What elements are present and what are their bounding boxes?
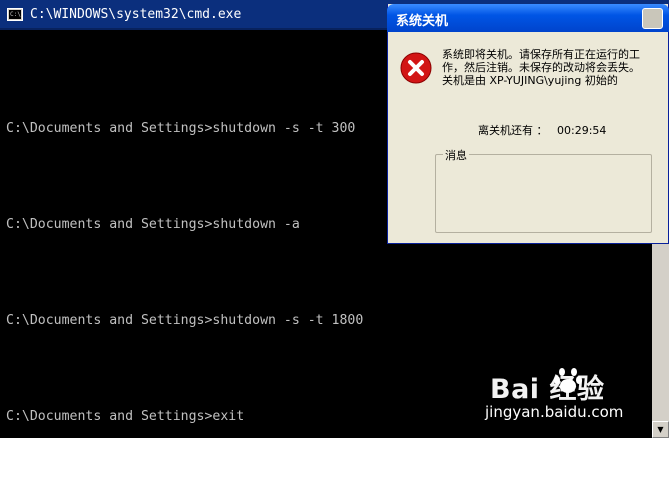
cmd-output[interactable]: C:\Documents and Settings>shutdown -s -t…: [6, 49, 363, 497]
message-group-label: 消息: [443, 147, 469, 163]
cmd-title: C:\WINDOWS\system32\cmd.exe: [30, 7, 242, 22]
message-line: 关机是由 XP-YUJING\yujing 初始的: [442, 74, 618, 87]
watermark-site: jingyan.baidu.com: [485, 403, 624, 421]
close-button[interactable]: [642, 8, 663, 29]
cmd-line: C:\Documents and Settings>shutdown -s -t…: [6, 313, 364, 328]
dialog-message: 系统即将关机。请保存所有正在运行的工 作，然后注销。未保存的改动将会丢失。 关机…: [442, 48, 667, 87]
watermark-brand: Bai 经验: [490, 374, 605, 405]
cmd-line: C:\Documents and Settings>shutdown -s -t…: [6, 121, 356, 136]
cmd-icon-label: C:\: [9, 10, 21, 19]
shutdown-countdown: 离关机还有 ： 00:29:54: [478, 122, 606, 138]
message-group: 消息: [435, 147, 652, 233]
countdown-value: 00:29:54: [557, 124, 607, 137]
cmd-icon[interactable]: C:\: [7, 8, 23, 21]
error-icon: [400, 52, 432, 84]
countdown-label: 离关机还有 ：: [478, 124, 548, 137]
shutdown-dialog: 系统关机 系统即将关机。请保存所有正在运行的工 作，然后注销。未保存的改动将会丢…: [387, 4, 669, 244]
message-line: 作，然后注销。未保存的改动将会丢失。: [442, 61, 640, 74]
cmd-line: C:\Documents and Settings>exit: [6, 409, 245, 424]
message-line: 系统即将关机。请保存所有正在运行的工: [442, 48, 640, 61]
cmd-line: C:\Documents and Settings>shutdown -a: [6, 217, 300, 232]
paw-icon: [554, 368, 582, 393]
dialog-titlebar[interactable]: 系统关机: [387, 4, 669, 32]
dialog-title: 系统关机: [396, 14, 449, 29]
baidu-watermark: Bai 经验 jingyan.baidu.com: [485, 362, 655, 428]
